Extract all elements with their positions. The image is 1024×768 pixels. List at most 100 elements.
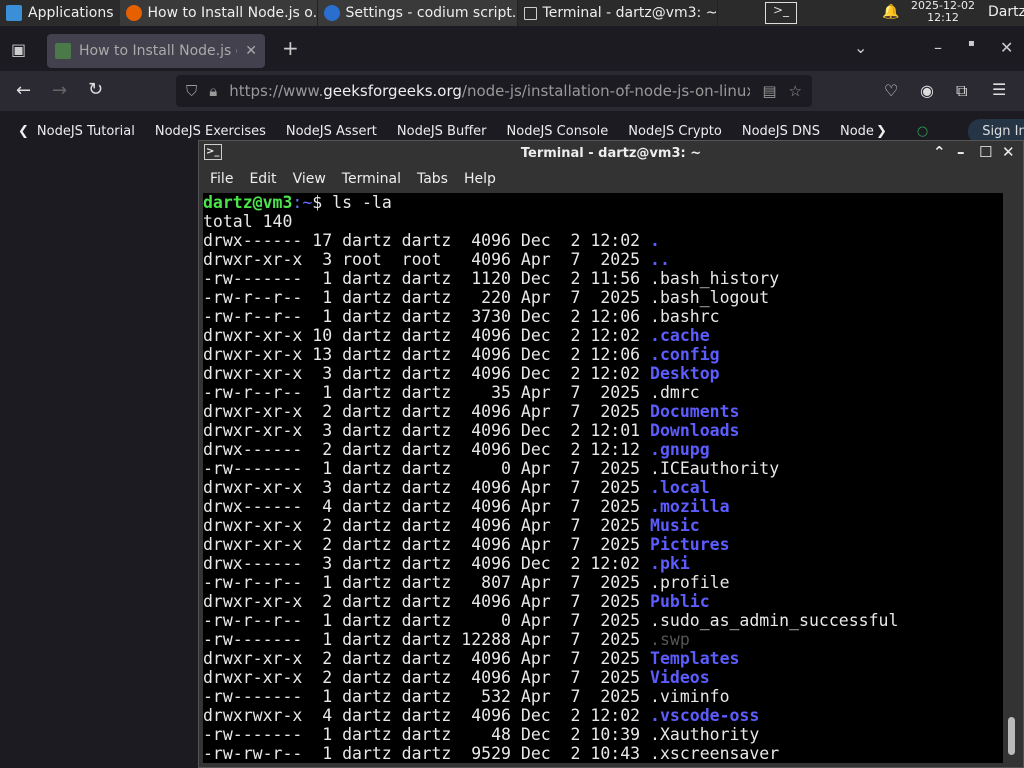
forward-button[interactable]: → bbox=[52, 80, 67, 101]
nav-link[interactable]: NodeJS Tutorial bbox=[37, 124, 135, 139]
maximize-button[interactable]: ▪ bbox=[968, 38, 975, 49]
search-icon[interactable]: ○ bbox=[917, 124, 928, 139]
file-name: Downloads bbox=[650, 421, 740, 440]
listing-row: -rw-r--r-- 1 dartz dartz 0 Apr 7 2025 .s… bbox=[203, 611, 1003, 630]
scrollbar[interactable] bbox=[1004, 193, 1019, 763]
nav-link[interactable]: NodeJS Crypto bbox=[628, 124, 722, 139]
nav-link[interactable]: NodeJS Assert bbox=[286, 124, 377, 139]
url-bar[interactable]: ⛉ 🔒︎ https://www.geeksforgeeks.org/node-j… bbox=[176, 75, 812, 107]
menu-edit[interactable]: Edit bbox=[249, 171, 276, 187]
gfg-favicon-icon bbox=[55, 43, 71, 59]
clock[interactable]: 2025-12-02 12:12 bbox=[908, 0, 978, 24]
reader-view-icon[interactable]: ▤ bbox=[762, 82, 776, 100]
file-meta: -rw-r--r-- 1 dartz dartz 35 Apr 7 2025 bbox=[203, 383, 651, 402]
file-name: Public bbox=[650, 592, 710, 611]
file-meta: drwxr-xr-x 3 root root 4096 Apr 7 2025 bbox=[203, 250, 651, 269]
file-name: .vscode-oss bbox=[650, 706, 760, 725]
file-meta: -rw-r--r-- 1 dartz dartz 0 Apr 7 2025 bbox=[203, 611, 651, 630]
menu-tabs[interactable]: Tabs bbox=[417, 171, 448, 187]
listing-row: drwxr-xr-x 2 dartz dartz 4096 Apr 7 2025… bbox=[203, 592, 1003, 611]
bookmark-star-icon[interactable]: ☆ bbox=[789, 82, 802, 100]
taskbar-window-terminal[interactable]: Terminal - dartz@vm3: ~ bbox=[517, 0, 718, 26]
applications-menu[interactable]: Applications bbox=[0, 0, 120, 26]
nav-link[interactable]: NodeJS DNS bbox=[742, 124, 820, 139]
tab-list-chevron-icon[interactable]: ⌄ bbox=[854, 38, 867, 57]
file-name: .mozilla bbox=[650, 497, 730, 516]
user-menu[interactable]: Dartz bbox=[988, 4, 1024, 20]
taskbar-window-firefox[interactable]: How to Install Node.js o... bbox=[119, 0, 318, 26]
taskbar-window-codium[interactable]: Settings - codium script... bbox=[317, 0, 518, 26]
listing-row: drwxr-xr-x 2 dartz dartz 4096 Apr 7 2025… bbox=[203, 535, 1003, 554]
listing-row: -rw------- 1 dartz dartz 12288 Apr 7 202… bbox=[203, 630, 1003, 649]
listing-row: drwxr-xr-x 2 dartz dartz 4096 Apr 7 2025… bbox=[203, 668, 1003, 687]
file-name: .. bbox=[650, 250, 670, 269]
nav-link[interactable]: NodeJS Exercises bbox=[155, 124, 266, 139]
new-tab-button[interactable]: + bbox=[282, 36, 299, 60]
file-meta: drwx------ 4 dartz dartz 4096 Apr 7 2025 bbox=[203, 497, 651, 516]
nav-link[interactable]: NodeJS Buffer bbox=[397, 124, 487, 139]
close-tab-icon[interactable]: ✕ bbox=[245, 43, 257, 59]
file-meta: drwxr-xr-x 3 dartz dartz 4096 Dec 2 12:0… bbox=[203, 421, 651, 440]
firefox-icon bbox=[125, 5, 142, 21]
lock-icon[interactable]: 🔒︎ bbox=[209, 82, 217, 100]
file-name: Pictures bbox=[650, 535, 730, 554]
file-name: .pki bbox=[650, 554, 690, 573]
file-name: .bashrc bbox=[650, 307, 720, 326]
scrollbar-thumb[interactable] bbox=[1008, 717, 1015, 755]
file-meta: -rw------- 1 dartz dartz 12288 Apr 7 202… bbox=[203, 630, 651, 649]
menu-icon[interactable]: ☰ bbox=[992, 80, 1006, 99]
account-icon[interactable]: ◉ bbox=[920, 81, 934, 100]
pocket-icon[interactable]: ♡ bbox=[884, 81, 898, 100]
terminal-menubar: File Edit View Terminal Tabs Help bbox=[199, 166, 1023, 192]
terminal-output[interactable]: dartz@vm3:~$ ls -la total 140 drwx------ 1… bbox=[203, 193, 1003, 763]
file-meta: drwx------ 17 dartz dartz 4096 Dec 2 12:… bbox=[203, 231, 651, 250]
minimize-button[interactable]: – bbox=[957, 143, 965, 161]
shade-button[interactable]: ⌃ bbox=[933, 143, 946, 161]
file-meta: drwxr-xr-x 3 dartz dartz 4096 Apr 7 2025 bbox=[203, 478, 651, 497]
nav-link[interactable]: NodeJS Console bbox=[507, 124, 609, 139]
listing-row: drwxr-xr-x 3 root root 4096 Apr 7 2025 .… bbox=[203, 250, 1003, 269]
listing-row: -rw------- 1 dartz dartz 532 Apr 7 2025 … bbox=[203, 687, 1003, 706]
extensions-icon[interactable]: ⧉ bbox=[956, 81, 967, 101]
listing-row: drwxr-xr-x 3 dartz dartz 4096 Dec 2 12:0… bbox=[203, 421, 1003, 440]
file-name: Templates bbox=[650, 649, 740, 668]
bell-icon[interactable]: 🔔 bbox=[882, 4, 899, 20]
shield-icon[interactable]: ⛉ bbox=[186, 82, 197, 100]
maximize-button[interactable]: ☐ bbox=[979, 143, 992, 161]
menu-terminal[interactable]: Terminal bbox=[342, 171, 401, 187]
listing-row: -rw------- 1 dartz dartz 48 Dec 2 10:39 … bbox=[203, 725, 1003, 744]
listing-row: drwx------ 4 dartz dartz 4096 Apr 7 2025… bbox=[203, 497, 1003, 516]
terminal-launcher-icon[interactable]: >_ bbox=[765, 2, 797, 24]
reload-button[interactable]: ↻ bbox=[88, 79, 103, 100]
listing-row: -rw------- 1 dartz dartz 0 Apr 7 2025 .I… bbox=[203, 459, 1003, 478]
file-meta: drwxr-xr-x 2 dartz dartz 4096 Apr 7 2025 bbox=[203, 668, 651, 687]
file-meta: -rw------- 1 dartz dartz 532 Apr 7 2025 bbox=[203, 687, 651, 706]
nav-link[interactable]: Node bbox=[840, 124, 874, 139]
browser-tab-active[interactable]: How to Install Node.js or ✕ bbox=[47, 34, 265, 68]
taskbar: Applications How to Install Node.js o...… bbox=[0, 0, 1024, 26]
tab-manager-icon[interactable]: ▣ bbox=[11, 40, 26, 59]
listing-row: drwx------ 17 dartz dartz 4096 Dec 2 12:… bbox=[203, 231, 1003, 250]
terminal-titlebar[interactable]: >_ Terminal - dartz@vm3: ~ ⌃ – ☐ ✕ bbox=[199, 141, 1023, 166]
file-meta: drwxr-xr-x 2 dartz dartz 4096 Apr 7 2025 bbox=[203, 402, 651, 421]
file-meta: -rw------- 1 dartz dartz 1120 Dec 2 11:5… bbox=[203, 269, 651, 288]
menu-help[interactable]: Help bbox=[464, 171, 496, 187]
close-button[interactable]: ✕ bbox=[1000, 38, 1013, 57]
minimize-button[interactable]: – bbox=[934, 38, 942, 57]
scroll-right-icon[interactable]: ❯ bbox=[876, 124, 887, 139]
scroll-left-icon[interactable]: ❮ bbox=[18, 124, 29, 139]
file-meta: drwxr-xr-x 13 dartz dartz 4096 Dec 2 12:… bbox=[203, 345, 651, 364]
close-button[interactable]: ✕ bbox=[1002, 143, 1015, 161]
xfce-logo-icon bbox=[6, 5, 22, 21]
file-name: Music bbox=[650, 516, 700, 535]
terminal-icon: >_ bbox=[204, 144, 222, 160]
file-name: Videos bbox=[650, 668, 710, 687]
total-line: total 140 bbox=[203, 212, 293, 231]
file-meta: drwx------ 2 dartz dartz 4096 Dec 2 12:1… bbox=[203, 440, 651, 459]
menu-file[interactable]: File bbox=[210, 171, 233, 187]
back-button[interactable]: ← bbox=[16, 80, 31, 101]
menu-view[interactable]: View bbox=[293, 171, 326, 187]
file-name: .bash_history bbox=[650, 269, 780, 288]
file-name: .swp bbox=[650, 630, 690, 649]
file-name: .dmrc bbox=[650, 383, 700, 402]
